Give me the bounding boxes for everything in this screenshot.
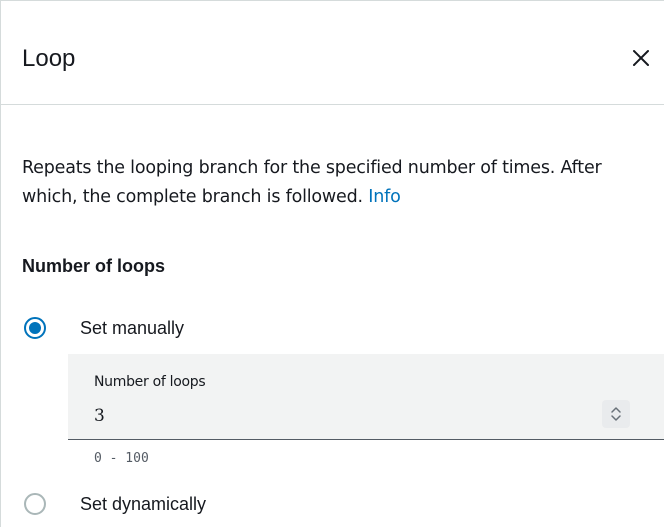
set-manually-radio[interactable] bbox=[24, 317, 46, 339]
set-dynamically-option[interactable]: Set dynamically bbox=[24, 488, 206, 520]
description-text: Repeats the looping branch for the speci… bbox=[22, 158, 602, 207]
set-manually-label: Set manually bbox=[80, 317, 185, 338]
set-dynamically-label: Set dynamically bbox=[80, 493, 207, 514]
number-of-loops-field[interactable]: Number of loops 3 bbox=[68, 354, 664, 440]
panel-title: Loop bbox=[22, 45, 76, 72]
panel-header: Loop bbox=[0, 1, 664, 105]
range-hint: 0 - 100 bbox=[94, 451, 149, 466]
info-link[interactable]: Info bbox=[368, 187, 401, 207]
number-of-loops-input[interactable]: 3 bbox=[94, 406, 574, 426]
loop-description: Repeats the looping branch for the speci… bbox=[22, 154, 662, 212]
loop-panel: Loop Repeats the looping branch for the … bbox=[0, 0, 664, 527]
close-icon bbox=[633, 50, 649, 66]
number-stepper-button[interactable] bbox=[602, 400, 630, 428]
chevron-up-down-icon bbox=[611, 407, 621, 421]
number-of-loops-heading: Number of loops bbox=[22, 256, 165, 276]
set-manually-option[interactable]: Set manually bbox=[24, 312, 184, 344]
number-of-loops-field-label: Number of loops bbox=[94, 374, 206, 390]
set-dynamically-radio[interactable] bbox=[24, 493, 46, 515]
close-button[interactable] bbox=[628, 45, 654, 71]
radio-dot bbox=[29, 322, 41, 334]
